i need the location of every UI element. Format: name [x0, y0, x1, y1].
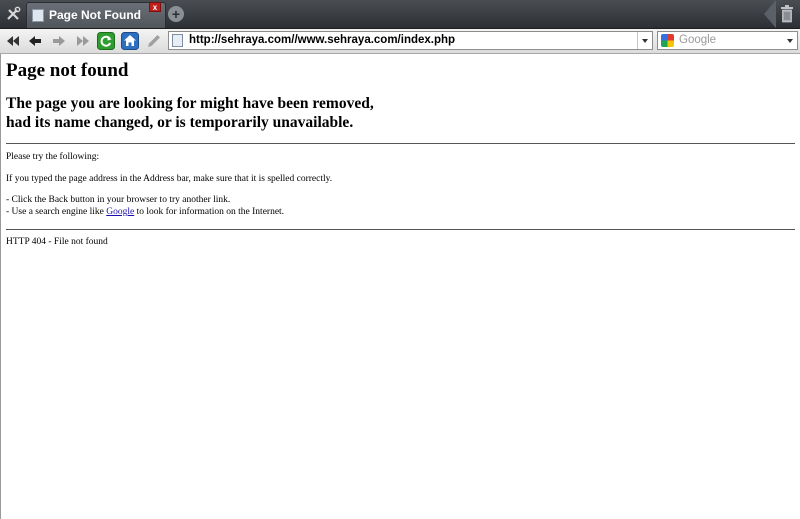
pen-icon[interactable]	[145, 32, 163, 50]
chevron-down-icon[interactable]	[783, 32, 797, 49]
navigation-toolbar: http://sehraya.com//www.sehraya.com/inde…	[0, 29, 800, 54]
chevron-down-icon[interactable]	[637, 32, 652, 49]
google-link[interactable]: Google	[106, 207, 134, 217]
tab-scroll-icon[interactable]	[764, 0, 776, 28]
tip-back: - Click the Back button in your browser …	[6, 195, 231, 205]
page-icon	[32, 9, 44, 22]
tab-title: Page Not Found	[49, 8, 141, 22]
search-box[interactable]: Google	[657, 31, 798, 50]
page-subtitle: The page you are looking for might have …	[6, 94, 374, 132]
reload-icon[interactable]	[97, 32, 115, 50]
tip-address: If you typed the page address in the Add…	[6, 174, 333, 184]
intro-text: Please try the following:	[6, 152, 100, 162]
page-icon	[172, 34, 183, 47]
address-bar[interactable]: http://sehraya.com//www.sehraya.com/inde…	[168, 31, 653, 50]
tab-page-not-found[interactable]: Page Not Found x	[26, 2, 166, 28]
page-content: Page not found The page you are looking …	[0, 54, 800, 519]
error-code: HTTP 404 - File not found	[6, 237, 108, 247]
divider	[6, 229, 795, 230]
tip-search: - Use a search engine like Google to loo…	[6, 206, 284, 218]
page-title: Page not found	[6, 60, 129, 81]
home-icon[interactable]	[121, 32, 139, 50]
fast-forward-icon[interactable]	[74, 32, 92, 50]
trash-icon[interactable]	[780, 5, 794, 23]
rewind-icon[interactable]	[4, 32, 22, 50]
back-arrow-icon[interactable]	[26, 32, 44, 50]
address-url[interactable]: http://sehraya.com//www.sehraya.com/inde…	[189, 34, 455, 46]
google-icon[interactable]	[661, 34, 674, 47]
subtitle-line-2: had its name changed, or is temporarily …	[6, 114, 354, 131]
tab-strip: Page Not Found x +	[0, 0, 800, 29]
search-placeholder[interactable]: Google	[679, 34, 716, 46]
divider	[6, 143, 795, 144]
subtitle-line-1: The page you are looking for might have …	[6, 95, 374, 112]
new-tab-button[interactable]: +	[168, 6, 184, 22]
tools-icon[interactable]	[0, 0, 26, 28]
close-icon[interactable]: x	[149, 2, 161, 12]
forward-arrow-icon[interactable]	[50, 32, 68, 50]
tip-search-suffix: to look for information on the Internet.	[134, 207, 285, 217]
tip-search-prefix: - Use a search engine like	[6, 207, 107, 217]
